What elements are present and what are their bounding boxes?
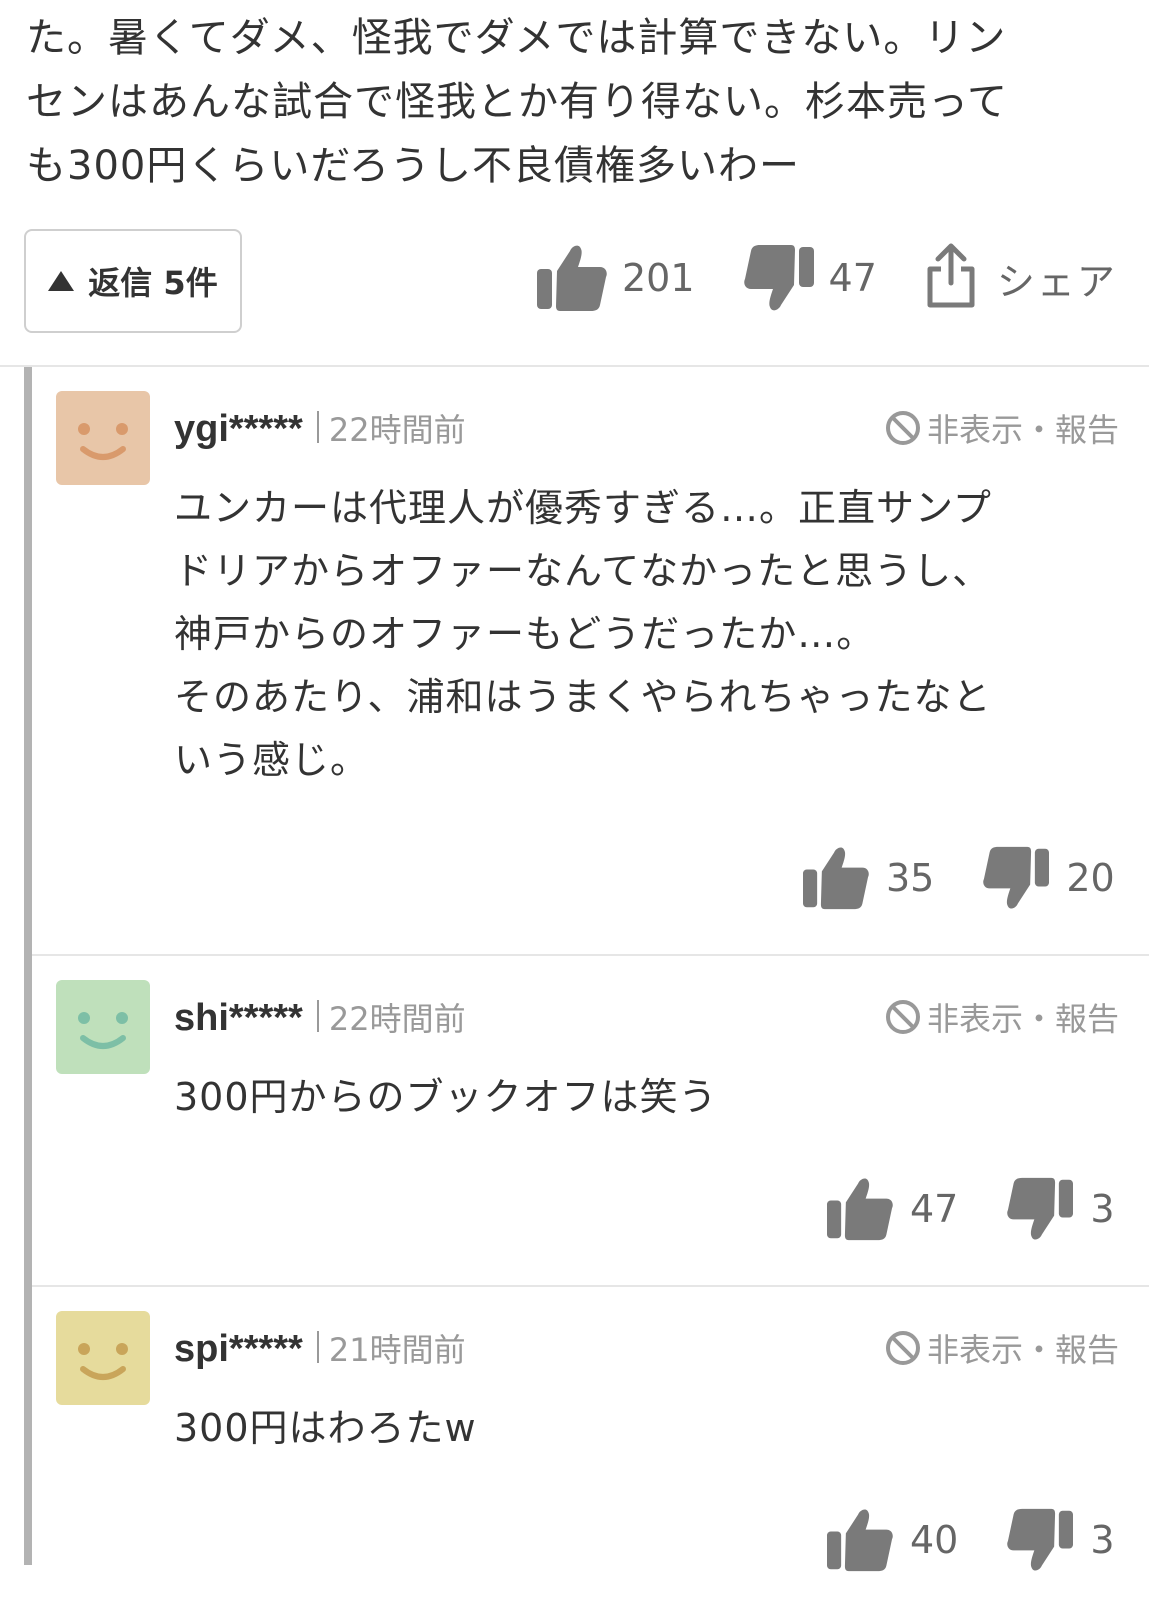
username[interactable]: ygi***** xyxy=(174,408,303,451)
dislike-button[interactable]: 20 xyxy=(980,845,1115,911)
hide-report-label: 非表示・報告 xyxy=(926,1331,1119,1369)
meta-separator xyxy=(316,1331,319,1363)
replies-list: ygi***** 22時間前 非表示・報告 ユンカーは代理人が優秀すぎる…。正直… xyxy=(0,367,1149,1604)
thumbs-up-icon xyxy=(536,243,608,313)
main-comment-line: た。暑くてダメ、怪我でダメでは計算できない。リン xyxy=(26,15,1007,61)
thumbs-down-icon xyxy=(1004,1176,1076,1242)
reply-thread-bar xyxy=(24,367,32,1565)
reply-text-line: そのあたり、浦和はうまくやられちゃったなと xyxy=(174,675,992,719)
reply-text-line: 神戸からのオファーもどうだったか…。 xyxy=(174,612,876,656)
avatar xyxy=(56,980,150,1074)
reply-item: shi***** 22時間前 非表示・報告 300円からのブックオフは笑う 47… xyxy=(32,956,1149,1286)
timestamp: 22時間前 xyxy=(328,1000,466,1038)
like-count: 35 xyxy=(886,856,935,900)
thumbs-down-icon xyxy=(1004,1507,1076,1573)
like-button[interactable]: 201 xyxy=(536,243,695,313)
like-button[interactable]: 47 xyxy=(824,1176,958,1242)
thumbs-down-icon xyxy=(743,243,815,313)
reply-meta: shi***** 22時間前 xyxy=(174,994,466,1040)
dislike-button[interactable]: 47 xyxy=(743,243,877,313)
username[interactable]: shi***** xyxy=(174,997,303,1040)
block-icon xyxy=(885,1000,920,1034)
replies-toggle-label: 返信 5件 xyxy=(88,264,218,302)
reply-actions: 40 3 xyxy=(824,1507,1115,1573)
like-count: 201 xyxy=(622,256,695,300)
thumbs-down-icon xyxy=(980,845,1052,911)
hide-report-button[interactable]: 非表示・報告 xyxy=(883,1325,1119,1371)
dislike-button[interactable]: 3 xyxy=(1004,1176,1115,1242)
reply-text: 300円はわろたw xyxy=(174,1397,1134,1460)
reply-text-line: ユンカーは代理人が優秀すぎる…。正直サンプ xyxy=(174,486,992,530)
main-comment-line: センはあんな試合で怪我とか有り得ない。杉本売って xyxy=(26,79,1008,125)
replies-toggle-button[interactable]: 返信 5件 xyxy=(24,229,242,333)
dislike-button[interactable]: 3 xyxy=(1004,1507,1115,1573)
meta-separator xyxy=(316,411,319,443)
share-label: シェア xyxy=(996,259,1117,304)
reply-meta: spi***** 21時間前 xyxy=(174,1325,466,1371)
reply-text: ユンカーは代理人が優秀すぎる…。正直サンプ ドリアからオファーなんてなかったと思… xyxy=(174,477,1134,792)
avatar xyxy=(56,1311,150,1405)
avatar xyxy=(56,391,150,485)
main-comment-text: た。暑くてダメ、怪我でダメでは計算できない。リン センはあんな試合で怪我とか有り… xyxy=(26,6,1126,198)
username[interactable]: spi***** xyxy=(174,1328,303,1371)
thumbs-up-icon xyxy=(824,1507,896,1573)
reply-actions: 47 3 xyxy=(824,1176,1115,1242)
reply-text-line: 300円はわろたw xyxy=(174,1406,477,1450)
main-comment: た。暑くてダメ、怪我でダメでは計算できない。リン センはあんな試合で怪我とか有り… xyxy=(0,0,1149,373)
reply-text-line: ドリアからオファーなんてなかったと思うし、 xyxy=(174,549,992,593)
reply-meta: ygi***** 22時間前 xyxy=(174,405,466,451)
reply-actions: 35 20 xyxy=(800,845,1115,911)
main-comment-actions: 201 47 シェア xyxy=(536,243,1117,313)
block-icon xyxy=(885,411,920,445)
block-icon xyxy=(885,1331,920,1365)
thumbs-up-icon xyxy=(800,845,872,911)
main-comment-line: も300円くらいだろうし不良債権多いわー xyxy=(26,143,800,189)
reply-item: ygi***** 22時間前 非表示・報告 ユンカーは代理人が優秀すぎる…。正直… xyxy=(32,367,1149,955)
meta-separator xyxy=(316,1000,319,1032)
dislike-count: 47 xyxy=(828,256,877,300)
share-button[interactable]: シェア xyxy=(925,243,1117,313)
reply-text-line: 300円からのブックオフは笑う xyxy=(174,1075,718,1119)
reply-text-line: いう感じ。 xyxy=(174,738,370,782)
thumbs-up-icon xyxy=(824,1176,896,1242)
like-count: 47 xyxy=(910,1187,959,1231)
share-icon xyxy=(925,243,977,313)
like-button[interactable]: 35 xyxy=(800,845,934,911)
hide-report-button[interactable]: 非表示・報告 xyxy=(883,994,1119,1040)
hide-report-label: 非表示・報告 xyxy=(926,411,1119,449)
hide-report-button[interactable]: 非表示・報告 xyxy=(883,405,1119,451)
timestamp: 21時間前 xyxy=(328,1331,466,1369)
hide-report-label: 非表示・報告 xyxy=(926,1000,1119,1038)
timestamp: 22時間前 xyxy=(328,411,466,449)
reply-item: spi***** 21時間前 非表示・報告 300円はわろたw 40 3 xyxy=(32,1287,1149,1604)
reply-text: 300円からのブックオフは笑う xyxy=(174,1066,1134,1129)
caret-up-icon xyxy=(48,271,75,291)
dislike-count: 20 xyxy=(1066,856,1115,900)
dislike-count: 3 xyxy=(1090,1187,1115,1231)
like-button[interactable]: 40 xyxy=(824,1507,958,1573)
dislike-count: 3 xyxy=(1090,1518,1115,1562)
like-count: 40 xyxy=(910,1518,959,1562)
